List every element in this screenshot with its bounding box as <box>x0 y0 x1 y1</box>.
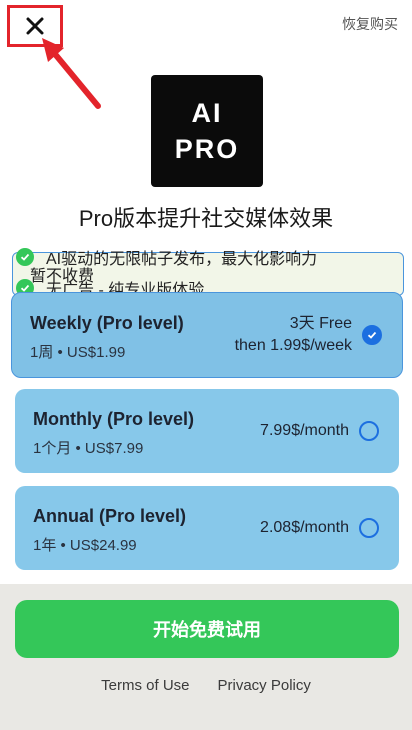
app-logo: AI PRO <box>151 75 263 187</box>
plan-option-annual[interactable]: Annual (Pro level) 1年 • US$24.99 2.08$/m… <box>15 486 399 570</box>
trial-label: 3天 Free <box>289 315 352 332</box>
plan-detail: 1个月 • US$7.99 <box>33 440 144 457</box>
logo-line-2: PRO <box>174 134 240 164</box>
renewal-label: then 1.99$/week <box>234 337 352 354</box>
plan-option-monthly[interactable]: Monthly (Pro level) 1个月 • US$7.99 7.99$/… <box>15 389 399 473</box>
privacy-policy-link[interactable]: Privacy Policy <box>218 677 311 694</box>
plan-detail: 1年 • US$24.99 <box>33 537 137 554</box>
start-free-trial-button[interactable]: 开始免费试用 <box>15 600 399 658</box>
annotation-arrow-icon <box>42 38 101 109</box>
plan-price: 3天 Free then 1.99$/week <box>235 313 352 357</box>
radio-icon[interactable] <box>359 421 379 441</box>
footer-links: Terms of Use Privacy Policy <box>0 677 412 694</box>
plan-detail: 1周 • US$1.99 <box>30 344 126 361</box>
page-title: Pro版本提升社交媒体效果 <box>78 206 334 231</box>
plan-price: 2.08$/month <box>260 519 349 536</box>
paywall-screen: 恢复购买 AI PRO Pro版本提升社交媒体效果 AI驱动的无限帖子发布，最大… <box>0 0 412 730</box>
close-icon <box>26 17 44 35</box>
plan-name: Monthly (Pro level) <box>33 409 195 429</box>
plan-name: Annual (Pro level) <box>33 506 187 526</box>
logo-line-1: AI <box>191 98 223 128</box>
plan-name: Weekly (Pro level) <box>30 313 184 333</box>
radio-icon[interactable] <box>359 518 379 538</box>
selected-radio-icon[interactable] <box>362 325 382 345</box>
terms-of-use-link[interactable]: Terms of Use <box>101 677 189 694</box>
plan-option-weekly[interactable]: Weekly (Pro level) 1周 • US$1.99 3天 Free … <box>11 292 403 378</box>
restore-purchase-link[interactable]: 恢复购买 <box>342 14 398 34</box>
plan-price: 7.99$/month <box>260 422 349 439</box>
